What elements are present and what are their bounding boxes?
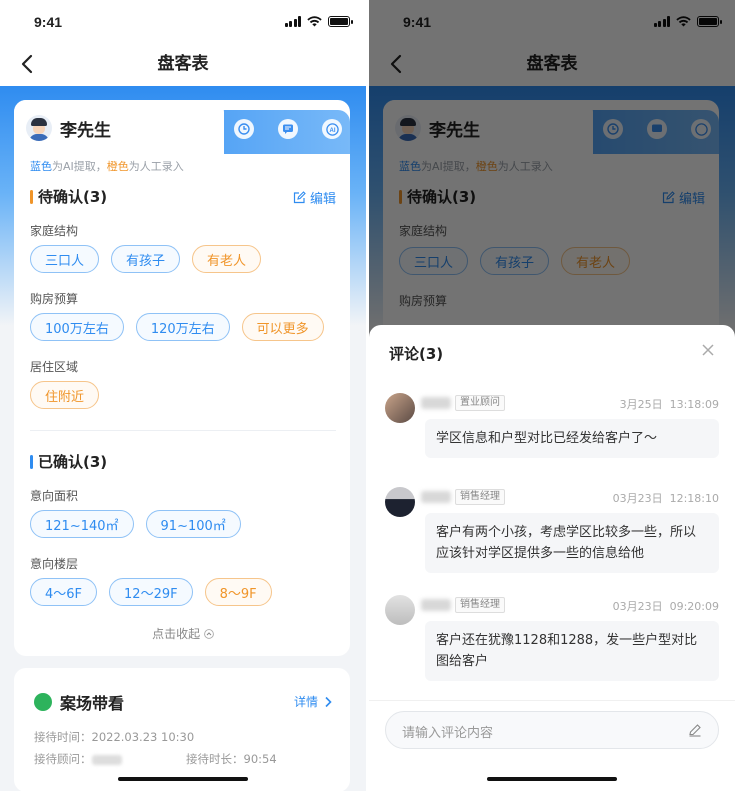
profile-header: 李先生: [26, 115, 111, 141]
group-label: 居住区域: [30, 360, 79, 374]
commenter-name-blurred: [421, 397, 451, 409]
tag-row-family: 三口人 有孩子 有老人: [30, 245, 262, 273]
color-legend-hint: 蓝色为AI提取，橙色为人工录入: [30, 160, 184, 173]
customer-name: 李先生: [60, 120, 111, 141]
group-label: 购房预算: [30, 292, 79, 306]
tag[interactable]: 有孩子: [111, 245, 181, 273]
edit-icon: [293, 191, 306, 204]
group-label: 意向楼层: [30, 557, 79, 571]
tag[interactable]: 100万左右: [30, 313, 124, 341]
tag-row-budget: 100万左右 120万左右 可以更多: [30, 313, 324, 341]
visit-time: 接待时间：2022.03.23 10:30: [34, 730, 195, 744]
comment-text: 客户有两个小孩，考虑学区比较多一些，所以应该针对学区提供多一些的信息给他: [425, 513, 719, 573]
commenter-name-blurred: [421, 491, 451, 503]
tag-row-floor: 4～6F 12～29F 8～9F: [30, 578, 272, 606]
signal-icon: [284, 16, 301, 27]
tag-row-size: 121~140㎡ 91~100㎡: [30, 510, 241, 538]
tag[interactable]: 可以更多: [241, 313, 324, 341]
svg-text:AI: AI: [329, 127, 335, 133]
commenter-avatar: [385, 595, 415, 625]
comment-item: 销售经理 03月23日 12:18:10 客户有两个小孩，考虑学区比较多一些，所…: [385, 487, 719, 597]
commenter-avatar: [385, 393, 415, 423]
edit-button[interactable]: 编辑: [293, 188, 336, 207]
page-title: 盘客表: [157, 54, 209, 74]
sheet-divider: [369, 700, 735, 701]
comment-input-placeholder: 请输入评论内容: [402, 726, 494, 741]
comment-time: 03月23日 09:20:09: [612, 600, 719, 613]
visit-icon: [34, 693, 52, 711]
chevron-right-icon: [325, 696, 332, 707]
status-bar: 9:41: [0, 0, 366, 44]
comments-screen: 9:41 盘客表 李先生 蓝色为AI提取，橙色为人工录入 待确认(3) 编辑 家…: [369, 0, 735, 791]
comment-text: 客户还在犹豫1128和1288，发一些户型对比图给客户: [425, 621, 719, 681]
confirmed-section-title: 已确认(3): [30, 451, 107, 472]
group-label: 意向面积: [30, 489, 79, 503]
tag[interactable]: 8～9F: [204, 578, 272, 606]
group-label: 家庭结构: [30, 224, 79, 238]
clock-icon[interactable]: [234, 119, 254, 139]
tag-row-area: 住附近: [30, 381, 100, 409]
section-divider: [30, 430, 336, 431]
tag[interactable]: 住附近: [30, 381, 100, 409]
chevron-up-icon: [204, 629, 214, 639]
comment-input[interactable]: 请输入评论内容: [385, 711, 719, 749]
customer-profile-screen: 9:41 盘客表 李先生 AI 蓝色为AI提取，橙色为人工录入 待确认(3) 编…: [0, 0, 366, 791]
battery-icon: [328, 16, 353, 27]
tag[interactable]: 三口人: [30, 245, 100, 273]
commenter-role: 销售经理: [455, 489, 505, 505]
comment-text: 学区信息和户型对比已经发给客户了～: [425, 419, 719, 458]
tag[interactable]: 91~100㎡: [145, 510, 241, 538]
blurred-name: [91, 754, 122, 765]
comment-time: 3月25日 13:18:09: [619, 398, 719, 411]
commenter-name-blurred: [421, 599, 451, 611]
tag[interactable]: 有老人: [192, 245, 262, 273]
profile-actions: AI: [234, 119, 342, 139]
visit-title: 案场带看: [34, 690, 124, 714]
home-indicator: [487, 777, 617, 781]
tag[interactable]: 12～29F: [109, 578, 193, 606]
message-icon[interactable]: [278, 119, 298, 139]
pen-icon[interactable]: [688, 723, 702, 737]
close-icon[interactable]: [701, 343, 715, 357]
comments-sheet: 评论(3) 置业顾问 3月25日 13:18:09 学区信息和户型对比已经发给客…: [369, 325, 735, 791]
status-icons: [284, 16, 353, 27]
profile-card: [14, 100, 350, 656]
comment-item: 置业顾问 3月25日 13:18:09 学区信息和户型对比已经发给客户了～: [385, 393, 719, 483]
home-indicator: [118, 777, 248, 781]
wifi-icon: [307, 16, 322, 27]
avatar: [26, 115, 52, 141]
comment-item: 销售经理 03月23日 09:20:09 客户还在犹豫1128和1288，发一些…: [385, 595, 719, 705]
comment-time: 03月23日 12:18:10: [612, 492, 719, 505]
commenter-role: 置业顾问: [455, 395, 505, 411]
tag[interactable]: 120万左右: [135, 313, 230, 341]
ai-icon[interactable]: AI: [322, 119, 342, 139]
comments-title: 评论(3): [389, 345, 444, 363]
nav-bar: 盘客表: [0, 44, 366, 86]
visit-advisor: 接待顾问：: [34, 751, 122, 767]
tag[interactable]: 121~140㎡: [30, 510, 134, 538]
collapse-button[interactable]: 点击收起: [0, 625, 366, 642]
commenter-role: 销售经理: [455, 597, 505, 613]
tag[interactable]: 4～6F: [30, 578, 98, 606]
commenter-avatar: [385, 487, 415, 517]
visit-detail-link[interactable]: 详情: [294, 693, 332, 710]
visit-duration: 接待时长：90:54: [186, 752, 277, 766]
status-time: 9:41: [34, 14, 63, 30]
pending-section-title: 待确认(3): [30, 186, 107, 207]
